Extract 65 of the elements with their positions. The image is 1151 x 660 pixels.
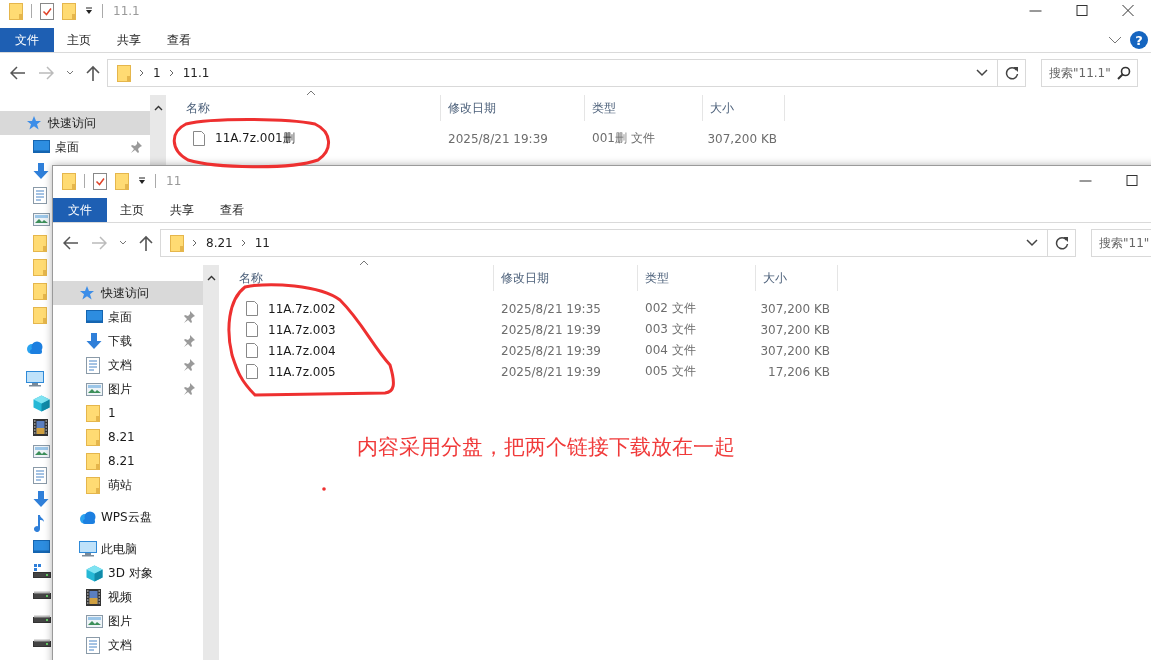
window-title: 11	[166, 174, 182, 188]
nav-item[interactable]: 快速访问	[0, 111, 150, 135]
nav-item[interactable]: 萌站	[53, 473, 203, 497]
nav-item[interactable]: 1	[53, 401, 203, 425]
table-cell-text: 307,200 KB	[759, 343, 831, 358]
table-cell-text: 003 文件	[644, 321, 697, 338]
breadcrumb[interactable]: 11.1	[182, 66, 210, 80]
nav-item[interactable]: 桌面	[0, 135, 150, 159]
ribbon-tab[interactable]: 主页	[107, 198, 157, 222]
breadcrumb[interactable]: 1	[153, 66, 161, 80]
address-bar[interactable]: 8.21 11	[160, 229, 1048, 257]
table-cell-text: 307,200 KB	[706, 131, 778, 146]
nav-item[interactable]: 文档	[53, 353, 203, 377]
table-cell-text: 2025/8/21 19:39	[500, 343, 602, 358]
table-cell-text: 2025/8/21 19:39	[500, 364, 602, 379]
column-header[interactable]: 大小	[703, 95, 785, 121]
help-button[interactable]: ?	[1130, 31, 1148, 49]
breadcrumb[interactable]: 8.21	[206, 236, 233, 250]
table-cell-text: 2025/8/21 19:35	[500, 301, 602, 316]
ribbon-tab[interactable]: 查看	[154, 28, 204, 52]
nav-item[interactable]: 视频	[53, 585, 203, 609]
nav-item[interactable]: 下载	[53, 329, 203, 353]
table-cell-text: 002 文件	[644, 300, 697, 317]
column-header[interactable]: 修改日期	[441, 95, 585, 121]
ribbon-tab[interactable]: 文件	[0, 28, 54, 52]
table-cell-text: 2025/8/21 19:39	[500, 322, 602, 337]
ribbon-tab[interactable]: 共享	[104, 28, 154, 52]
column-header[interactable]: 大小	[756, 265, 838, 291]
nav-item[interactable]: 此电脑	[53, 537, 203, 561]
table-cell-text: 005 文件	[644, 363, 697, 380]
file-name[interactable]: 11A.7z.001删	[215, 130, 295, 147]
nav-item[interactable]: 图片	[53, 377, 203, 401]
column-header[interactable]: 修改日期	[494, 265, 638, 291]
nav-item[interactable]: 桌面	[53, 305, 203, 329]
table-cell-text: 001删 文件	[591, 130, 656, 147]
nav-item[interactable]: 文档	[53, 633, 203, 657]
ribbon-tab[interactable]: 查看	[207, 198, 257, 222]
ribbon-tab[interactable]: 文件	[53, 198, 107, 222]
ribbon-tab[interactable]: 主页	[54, 28, 104, 52]
nav-item[interactable]: 8.21	[53, 449, 203, 473]
column-header[interactable]: 名称	[219, 265, 494, 291]
table-cell-text: 004 文件	[644, 342, 697, 359]
search-field[interactable]: 搜索"11.1"	[1041, 59, 1138, 87]
column-header[interactable]: 名称	[166, 95, 441, 121]
table-cell-text: 2025/8/21 19:39	[447, 131, 549, 146]
table-cell-text: 307,200 KB	[759, 322, 831, 337]
window-title: 11.1	[113, 4, 140, 18]
column-header[interactable]: 类型	[585, 95, 703, 121]
breadcrumb[interactable]: 11	[254, 236, 270, 250]
search-field[interactable]: 搜索"11"	[1091, 229, 1151, 257]
nav-item[interactable]: 快速访问	[53, 281, 203, 305]
nav-item[interactable]: 8.21	[53, 425, 203, 449]
nav-item[interactable]: 3D 对象	[53, 561, 203, 585]
file-name[interactable]: 11A.7z.005	[268, 364, 336, 379]
ribbon-tab[interactable]: 共享	[157, 198, 207, 222]
table-cell-text: 307,200 KB	[759, 301, 831, 316]
table-cell-text: 17,206 KB	[767, 364, 831, 379]
column-header[interactable]: 类型	[638, 265, 756, 291]
nav-item[interactable]: 图片	[53, 609, 203, 633]
address-bar[interactable]: 1 11.1	[107, 59, 998, 87]
nav-item[interactable]: WPS云盘	[53, 505, 203, 529]
file-name[interactable]: 11A.7z.003	[268, 322, 336, 337]
annotation-text: 内容采用分盘，把两个链接下载放在一起	[357, 434, 735, 461]
file-name[interactable]: 11A.7z.004	[268, 343, 336, 358]
file-name[interactable]: 11A.7z.002	[268, 301, 336, 316]
